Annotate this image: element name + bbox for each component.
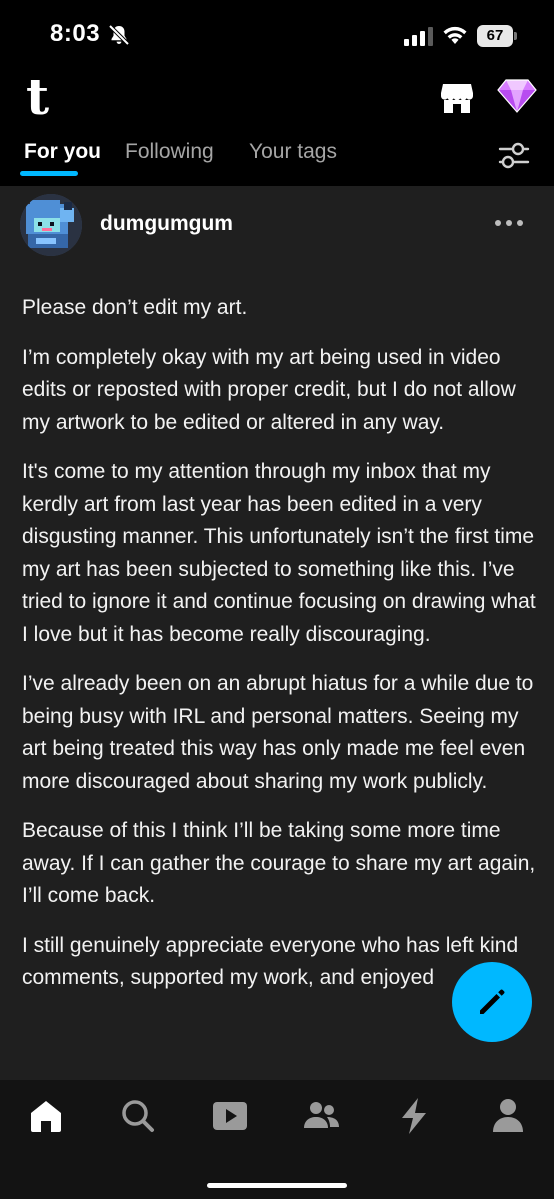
- battery-tip: [514, 32, 517, 40]
- bell-off-icon: [108, 24, 130, 46]
- communities-icon[interactable]: [302, 1096, 342, 1136]
- video-icon[interactable]: [210, 1096, 250, 1136]
- more-options-icon[interactable]: [494, 218, 524, 228]
- account-icon[interactable]: [488, 1096, 528, 1136]
- app-header: t For you Following Your tags: [0, 66, 554, 186]
- bottom-navigation: [0, 1080, 554, 1199]
- battery-icon: 67: [477, 25, 517, 47]
- gem-icon[interactable]: [497, 78, 537, 114]
- search-icon[interactable]: [118, 1096, 158, 1136]
- signal-icon: [404, 27, 433, 46]
- shop-icon[interactable]: [440, 80, 474, 114]
- pencil-icon: [480, 989, 505, 1014]
- tab-for-you[interactable]: For you: [24, 140, 101, 164]
- home-indicator: [207, 1183, 347, 1188]
- status-bar: 8:03 67: [0, 0, 554, 66]
- post-paragraph: Because of this I think I’ll be taking s…: [22, 819, 536, 907]
- home-icon[interactable]: [26, 1096, 66, 1136]
- post-paragraph: I’m completely okay with my art being us…: [22, 345, 516, 434]
- filter-icon[interactable]: [497, 140, 531, 170]
- post-paragraph: I’ve already been on an abrupt hiatus fo…: [22, 672, 534, 793]
- tumblr-logo[interactable]: t: [26, 72, 49, 122]
- post-body: Please don’t edit my art. I’m completely…: [22, 292, 538, 1012]
- tab-following[interactable]: Following: [125, 140, 214, 164]
- post-username[interactable]: dumgumgum: [100, 212, 233, 236]
- post-card: dumgumgum Please don’t edit my art. I’m …: [0, 186, 554, 1080]
- post-paragraph: It's come to my attention through my inb…: [22, 460, 536, 646]
- tab-your-tags[interactable]: Your tags: [249, 140, 337, 164]
- avatar[interactable]: [20, 194, 82, 256]
- activity-icon[interactable]: [394, 1096, 434, 1136]
- compose-button[interactable]: [452, 962, 532, 1042]
- battery-level: 67: [477, 25, 513, 47]
- post-paragraph: Please don’t edit my art.: [22, 296, 248, 319]
- active-tab-indicator: [20, 171, 78, 176]
- status-time: 8:03: [50, 20, 101, 47]
- wifi-icon: [443, 26, 467, 44]
